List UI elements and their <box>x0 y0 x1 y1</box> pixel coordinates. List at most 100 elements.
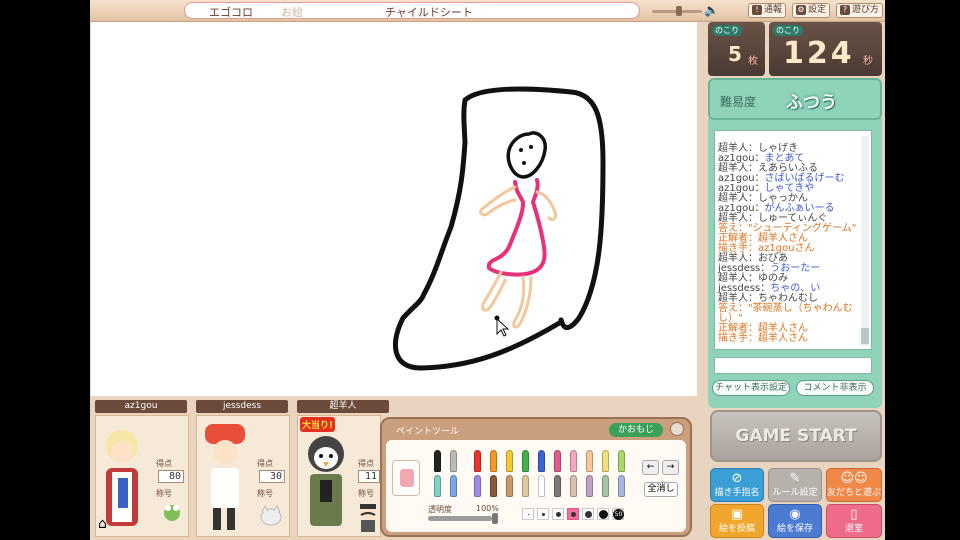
close-icon[interactable] <box>670 422 684 436</box>
drawer-nomination-button[interactable]: ⊘ 描き手指名 <box>710 468 764 502</box>
color-marker[interactable] <box>602 450 609 472</box>
arm-left <box>479 185 517 217</box>
remaining-time-value: 124 <box>783 36 855 71</box>
chat-display-settings-button[interactable]: チャット表示設定 <box>712 380 790 396</box>
rule-settings-label: ルール設定 <box>772 488 818 498</box>
color-marker[interactable] <box>538 450 545 472</box>
brush-size-selector[interactable]: 50 <box>522 506 634 522</box>
player-card[interactable]: 得点 80 称号 ⌂ <box>95 415 189 537</box>
remaining-sheets-unit: 枚 <box>748 56 758 67</box>
picture-icon: ▣ <box>730 507 744 522</box>
brush-size-2[interactable] <box>537 508 549 520</box>
chat-input[interactable] <box>714 357 872 374</box>
title-label: 称号 <box>156 489 172 498</box>
player-card[interactable]: 大当り! 得点 11 称号 <box>297 415 381 537</box>
color-marker[interactable] <box>474 475 481 497</box>
color-marker[interactable] <box>506 475 513 497</box>
eraser-icon <box>400 469 414 487</box>
color-marker[interactable] <box>618 450 625 472</box>
remaining-sheets-counter: のこり 5 枚 <box>708 22 765 76</box>
chat-text: 超羊人さん <box>758 333 808 344</box>
brush-size-1[interactable] <box>522 508 534 520</box>
volume-slider[interactable]: 🔈 <box>650 3 720 17</box>
cat-icon <box>260 504 282 526</box>
color-marker[interactable] <box>586 475 593 497</box>
camera-icon: ◉ <box>789 507 801 522</box>
player-name-tab: az1gou <box>95 400 187 413</box>
face-emoji-button[interactable]: かおもじ <box>609 423 663 437</box>
game-start-button[interactable]: GAME START <box>710 410 882 462</box>
mouse-cursor-icon <box>496 317 510 337</box>
color-marker[interactable] <box>522 475 529 497</box>
chat-log[interactable]: 超羊人：しゃげき az1gou：まとあて 超羊人：えあらいふる az1gou：さばいば… <box>714 130 872 350</box>
save-drawing-label: 絵を保存 <box>776 524 813 534</box>
mustache-man-icon <box>360 504 376 532</box>
brush-size-3[interactable] <box>552 508 564 520</box>
color-marker[interactable] <box>618 475 625 497</box>
color-marker[interactable] <box>586 450 593 472</box>
player-score: 11 <box>358 470 380 483</box>
opacity-knob[interactable] <box>492 513 498 524</box>
remaining-time-counter: のこり 124 秒 <box>769 22 882 76</box>
color-marker[interactable] <box>570 475 577 497</box>
score-label: 得点 <box>156 459 172 468</box>
invite-friends-button[interactable]: ☺☺ 友だちと遊ぶ <box>826 468 882 502</box>
leave-room-button[interactable]: ▯ 退室 <box>826 504 882 538</box>
speaker-icon[interactable]: 🔈 <box>704 3 719 17</box>
difficulty-banner: 難易度 ふつう <box>708 78 882 120</box>
player-score: 30 <box>259 470 285 483</box>
color-marker[interactable] <box>522 450 529 472</box>
player-card[interactable]: 得点 30 称号 <box>196 415 290 537</box>
rule-settings-button[interactable]: ✎ ルール設定 <box>768 468 822 502</box>
settings-button[interactable]: ⚙ 設定 <box>792 3 831 18</box>
post-drawing-label: 絵を投稿 <box>718 524 755 534</box>
room-name: チャイルドシート <box>385 6 473 19</box>
player-score: 80 <box>158 470 184 483</box>
color-marker[interactable] <box>490 475 497 497</box>
color-marker[interactable] <box>474 450 481 472</box>
color-marker[interactable] <box>434 475 441 497</box>
color-marker[interactable] <box>450 450 457 472</box>
color-marker[interactable] <box>554 475 561 497</box>
brush-size-7[interactable]: 50 <box>612 508 624 520</box>
door-icon: ▯ <box>850 507 858 522</box>
leave-room-label: 退室 <box>844 524 863 534</box>
howto-button[interactable]: ? 遊び方 <box>836 3 884 18</box>
color-marker[interactable] <box>538 475 545 497</box>
color-marker[interactable] <box>434 450 441 472</box>
home-icon[interactable]: ⌂ <box>98 516 107 532</box>
color-palette[interactable] <box>434 448 630 500</box>
opacity-fill <box>428 516 492 521</box>
undo-button[interactable]: ← <box>642 460 659 475</box>
brush-size-6[interactable] <box>597 508 609 520</box>
chat-scrollbar[interactable] <box>861 136 869 346</box>
brush-size-5[interactable] <box>582 508 594 520</box>
drawer-nomination-label: 描き手指名 <box>714 488 760 498</box>
drawing-svg <box>393 86 606 371</box>
report-button[interactable]: ! 通報 <box>748 3 787 18</box>
post-drawing-button[interactable]: ▣ 絵を投稿 <box>710 504 764 538</box>
color-marker[interactable] <box>450 475 457 497</box>
color-marker[interactable] <box>490 450 497 472</box>
color-marker[interactable] <box>602 475 609 497</box>
chat-scroll-thumb[interactable] <box>861 328 869 344</box>
drawing-canvas[interactable] <box>91 22 697 396</box>
paint-tool-title: ペイントツール <box>396 427 460 437</box>
score-label: 得点 <box>257 459 273 468</box>
brush-size-4-selected[interactable] <box>567 508 579 520</box>
volume-knob[interactable] <box>676 6 682 16</box>
arm-right <box>535 190 557 222</box>
save-drawing-button[interactable]: ◉ 絵を保存 <box>768 504 822 538</box>
opacity-slider[interactable] <box>428 513 498 524</box>
dress-outline <box>486 178 547 277</box>
clear-all-button[interactable]: 全消し <box>644 482 678 497</box>
eraser-button[interactable] <box>392 460 420 496</box>
leg-right <box>512 275 533 329</box>
color-marker[interactable] <box>570 450 577 472</box>
opacity-value: 100% <box>476 504 499 513</box>
color-marker[interactable] <box>554 450 561 472</box>
redo-button[interactable]: → <box>662 460 679 475</box>
hide-comments-button[interactable]: コメント非表示 <box>796 380 874 396</box>
eye-left <box>519 148 523 152</box>
color-marker[interactable] <box>506 450 513 472</box>
